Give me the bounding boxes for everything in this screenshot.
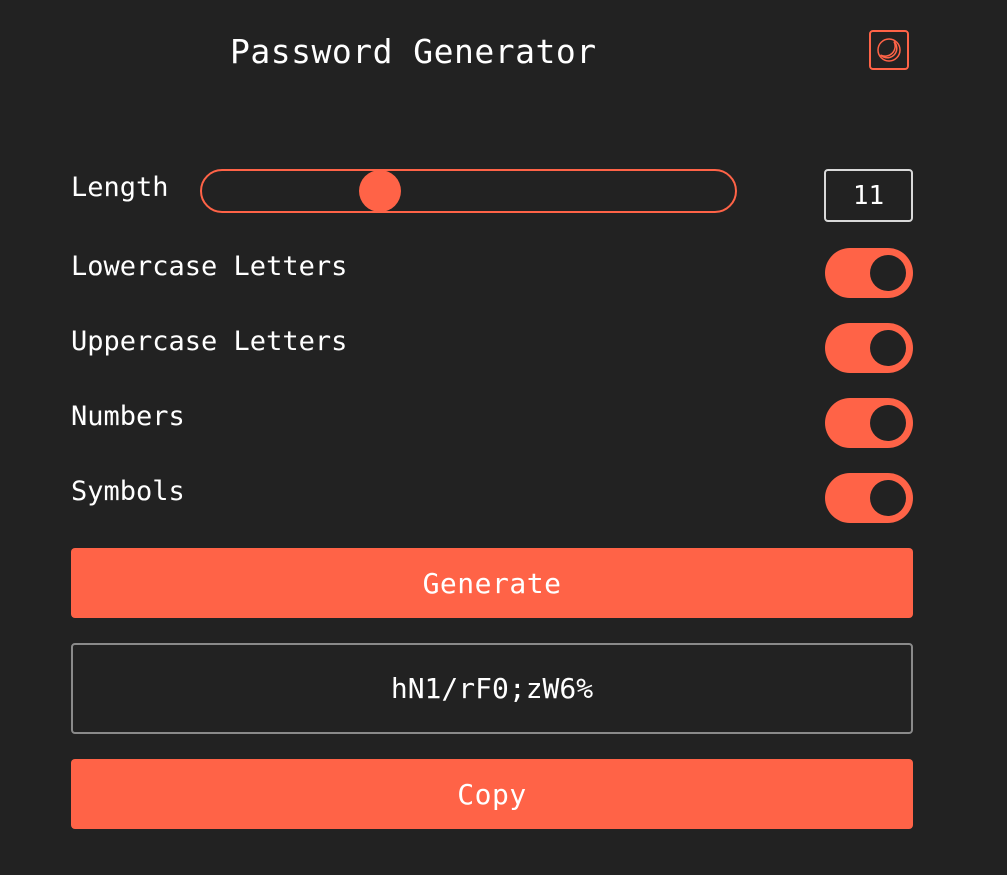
half-moon-icon [877,38,901,62]
toggle-knob [870,330,906,366]
uppercase-label: Uppercase Letters [71,326,348,357]
theme-toggle-button[interactable] [869,30,909,70]
page-title: Password Generator [230,32,597,71]
numbers-toggle[interactable] [825,398,913,448]
length-slider[interactable] [200,169,737,213]
length-label: Length [71,172,169,203]
numbers-label: Numbers [71,401,185,432]
symbols-label: Symbols [71,476,185,507]
password-output: hN1/rF0;zW6% [71,643,913,734]
generate-button[interactable]: Generate [71,548,913,618]
toggle-knob [870,480,906,516]
length-slider-thumb[interactable] [359,170,402,212]
toggle-knob [870,255,906,291]
lowercase-toggle[interactable] [825,248,913,298]
length-input[interactable]: 11 [824,169,913,222]
copy-button[interactable]: Copy [71,759,913,829]
uppercase-toggle[interactable] [825,323,913,373]
lowercase-label: Lowercase Letters [71,251,348,282]
symbols-toggle[interactable] [825,473,913,523]
toggle-knob [870,405,906,441]
